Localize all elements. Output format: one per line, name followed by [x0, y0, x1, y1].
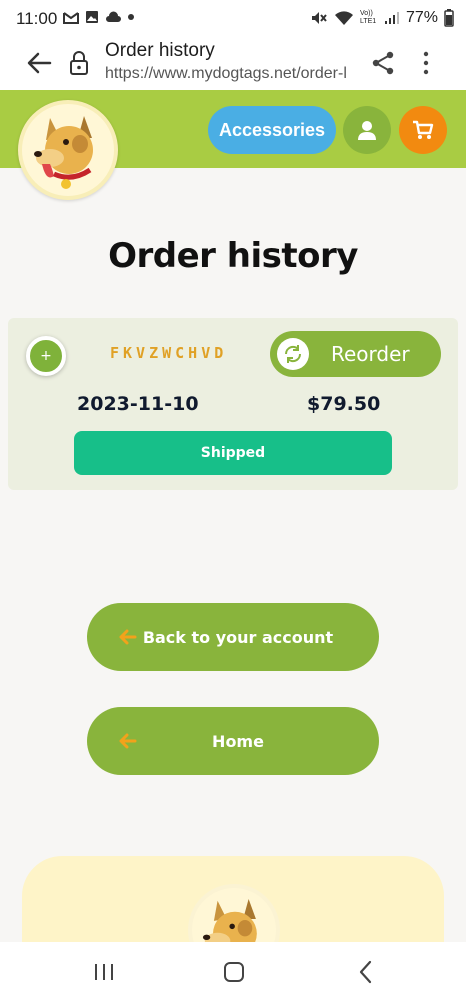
cloud-icon — [106, 11, 121, 22]
share-icon[interactable] — [370, 50, 396, 76]
arrow-left-icon — [119, 733, 137, 749]
dog-mascot-icon — [34, 116, 93, 189]
back-icon[interactable] — [352, 958, 380, 986]
arrow-left-icon — [119, 629, 137, 645]
more-options-icon[interactable] — [418, 50, 434, 76]
home-button[interactable]: Home — [87, 707, 379, 775]
dot-icon — [128, 14, 134, 20]
gallery-icon — [86, 11, 98, 23]
system-icons: Vo)) LTE1 77% — [310, 9, 454, 27]
recents-icon[interactable] — [90, 958, 118, 986]
account-button[interactable] — [343, 106, 391, 154]
cart-icon — [413, 120, 434, 139]
signal-icon — [384, 12, 399, 24]
cart-button[interactable] — [399, 106, 447, 154]
reorder-label: Reorder — [331, 342, 410, 366]
user-icon — [358, 121, 376, 140]
status-bar: 11:00 Vo)) LTE1 77% — [0, 0, 466, 38]
battery-percent: 77% — [405, 9, 438, 26]
battery-icon — [444, 9, 454, 27]
order-date: 2023-11-10 — [77, 393, 199, 415]
status-time: 11:00 — [16, 9, 58, 28]
dog-logo[interactable] — [18, 100, 118, 200]
mute-icon — [311, 12, 327, 24]
notification-icons — [63, 10, 135, 24]
order-code: FKVZWCHVD — [110, 344, 228, 362]
page-title: Order history — [108, 236, 358, 276]
back-to-account-button[interactable]: Back to your account — [87, 603, 379, 671]
wifi-icon — [334, 11, 353, 25]
browser-toolbar: Order history https://www.mydogtags.net/… — [0, 38, 466, 90]
accessories-button[interactable]: Accessories — [208, 106, 336, 154]
browser-page-title: Order history — [105, 40, 215, 61]
reorder-icon — [277, 338, 309, 370]
reorder-button[interactable]: Reorder — [270, 331, 441, 377]
url-field[interactable]: https://www.mydogtags.net/order-l — [105, 65, 355, 83]
gmail-icon — [63, 11, 79, 24]
volte-label: Vo)) LTE1 — [359, 10, 377, 25]
home-icon[interactable] — [220, 958, 248, 986]
android-navigation-bar — [0, 942, 466, 1000]
expand-order-button[interactable]: + — [26, 336, 66, 376]
back-arrow-icon[interactable] — [24, 48, 54, 78]
order-total: $79.50 — [307, 393, 381, 415]
status-badge: Shipped — [74, 431, 392, 475]
lock-icon[interactable] — [68, 50, 90, 76]
